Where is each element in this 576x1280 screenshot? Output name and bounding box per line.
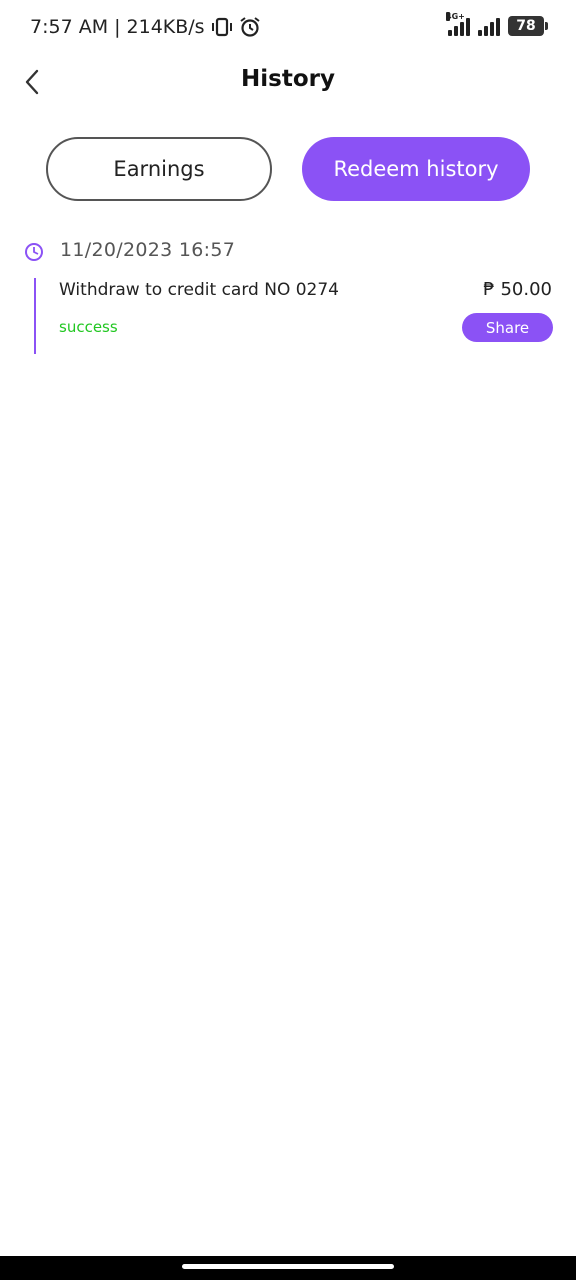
signal-icon <box>478 16 500 36</box>
tab-redeem-history[interactable]: Redeem history <box>302 137 530 201</box>
signal-4g-icon: 4G+ <box>446 12 470 36</box>
status-time: 7:57 AM <box>30 16 109 38</box>
timeline-line <box>34 278 36 354</box>
status-bar: 7:57 AM | 214KB/s 4G+ 78 <box>0 0 576 60</box>
share-button[interactable]: Share <box>462 313 553 342</box>
tab-earnings[interactable]: Earnings <box>46 137 272 201</box>
record-description: Withdraw to credit card NO 0274 <box>59 280 339 300</box>
battery-icon: 78 <box>508 16 548 36</box>
alarm-icon <box>239 17 260 37</box>
history-record: 11/20/2023 16:57 Withdraw to credit card… <box>0 232 576 362</box>
status-left: 7:57 AM | 214KB/s <box>30 16 261 38</box>
record-status: success <box>59 318 118 336</box>
navigation-bar <box>0 1256 576 1280</box>
status-right: 4G+ 78 <box>446 12 548 36</box>
record-amount: ₱ 50.00 <box>483 279 552 300</box>
clock-icon <box>25 243 43 261</box>
home-indicator[interactable] <box>182 1264 394 1269</box>
battery-level: 78 <box>516 18 536 34</box>
status-speed: 214KB/s <box>126 16 205 38</box>
status-separator: | <box>114 16 121 38</box>
record-date: 11/20/2023 16:57 <box>60 239 236 261</box>
network-type: 4G+ <box>446 12 465 21</box>
page-title: History <box>241 66 335 92</box>
header: History <box>0 56 576 108</box>
vibrate-icon <box>211 17 232 37</box>
